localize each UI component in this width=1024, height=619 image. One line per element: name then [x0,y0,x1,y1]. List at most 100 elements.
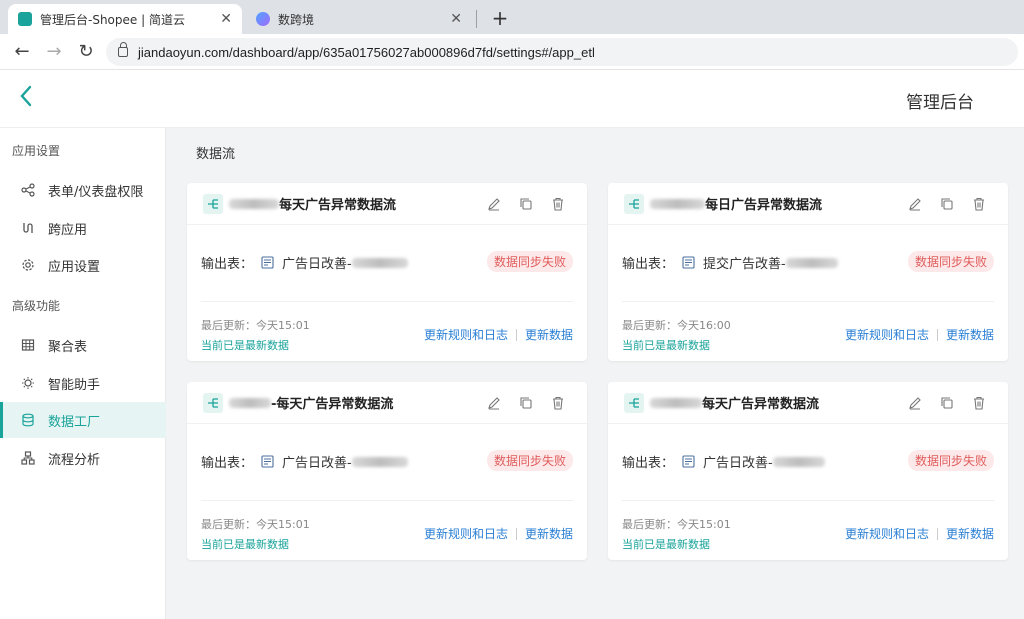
sidebar-item-app-settings[interactable]: 应用设置 [0,247,166,283]
sidebar-section-app: 应用设置 [12,144,61,158]
sync-status-text: 当前已是最新数据 [622,339,710,352]
form-icon [682,455,695,468]
dataflow-card[interactable]: -每天广告异常数据流 输出表： 广告日改善- 数据同步失败 最后更新：今天15:… [187,382,587,560]
divider [515,527,517,540]
card-header: 每日广告异常数据流 [608,183,1008,225]
last-updated: 最后更新：今天15:01 [201,518,310,531]
gear-icon [20,257,36,273]
form-icon [682,256,695,269]
sidebar-item-label: 流程分析 [48,452,101,468]
redacted-text [351,257,408,268]
sidebar-item-label: 应用设置 [48,259,101,275]
output-label: 输出表： [201,257,254,272]
output-row: 输出表： 广告日改善- 数据同步失败 [201,251,573,272]
sync-status-text: 当前已是最新数据 [201,538,289,551]
dataflow-icon [203,193,223,214]
lock-icon [118,42,128,57]
sidebar-item-label: 表单/仪表盘权限 [48,184,144,200]
edit-icon[interactable] [485,195,503,213]
dataflow-icon [203,392,223,413]
dataflow-card[interactable]: 每天广告异常数据流 输出表： 广告日改善- 数据同步失败 最后更新：今天15:0… [608,382,1008,560]
status-badge: 数据同步失败 [907,251,994,272]
sidebar-item-assistant[interactable]: 智能助手 [0,365,166,401]
redacted-text [650,198,705,209]
sidebar-item-process-analysis[interactable]: 流程分析 [0,440,166,476]
flow-icon [20,450,36,466]
copy-icon[interactable] [517,195,535,213]
divider [622,500,994,501]
update-rules-link[interactable]: 更新规则和日志 [424,326,508,343]
new-tab-icon[interactable]: + [488,6,512,30]
sidebar-item-label: 跨应用 [48,222,88,238]
back-chevron-icon[interactable] [18,84,34,114]
edit-icon[interactable] [906,195,924,213]
dataflow-card[interactable]: 每天广告异常数据流 输出表： 广告日改善- 数据同步失败 最后更新：今天15:0… [187,183,587,361]
page-title: 管理后台 [906,93,974,113]
share-icon [20,182,36,198]
copy-icon[interactable] [938,394,956,412]
update-data-link[interactable]: 更新数据 [946,525,994,542]
output-row: 输出表： 广告日改善- 数据同步失败 [622,450,994,471]
output-table-name[interactable]: 广告日改善- [703,452,773,471]
status-badge: 数据同步失败 [486,251,573,272]
sidebar-item-aggregate-table[interactable]: 聚合表 [0,327,166,363]
update-data-link[interactable]: 更新数据 [946,326,994,343]
status-badge: 数据同步失败 [486,450,573,471]
redacted-text [772,456,825,467]
delete-icon[interactable] [970,394,988,412]
bulb-icon [20,375,36,391]
edit-icon[interactable] [906,394,924,412]
form-icon [261,455,274,468]
output-table-name[interactable]: 提交广告改善- [703,253,786,272]
back-arrow-icon[interactable]: ← [10,40,34,64]
address-bar: ← → ↻ jiandaoyun.com/dashboard/app/635a0… [0,34,1024,70]
sidebar-item-permissions[interactable]: 表单/仪表盘权限 [0,172,166,208]
output-label: 输出表： [622,456,675,471]
table-icon [20,337,36,353]
reload-icon[interactable]: ↻ [74,40,98,64]
sidebar-item-label: 智能助手 [48,377,101,393]
form-icon [261,256,274,269]
sidebar-section-advanced: 高级功能 [12,299,61,313]
browser-tab-active[interactable]: 管理后台-Shopee | 简道云 ✕ [8,4,242,34]
url-input[interactable]: jiandaoyun.com/dashboard/app/635a0175602… [106,38,1018,66]
update-data-link[interactable]: 更新数据 [525,525,573,542]
close-tab-icon[interactable]: ✕ [450,11,462,27]
sidebar-item-label: 聚合表 [48,339,88,355]
delete-icon[interactable] [970,195,988,213]
browser-tab[interactable]: 数跨境 ✕ [246,4,472,34]
card-title: 每天广告异常数据流 [279,198,397,213]
close-tab-icon[interactable]: ✕ [220,11,232,27]
browser-tab-strip: 管理后台-Shopee | 简道云 ✕ 数跨境 ✕ + [0,0,1024,34]
update-data-link[interactable]: 更新数据 [525,326,573,343]
sidebar-item-cross-app[interactable]: 跨应用 [0,210,166,246]
delete-icon[interactable] [549,195,567,213]
output-table-name[interactable]: 广告日改善- [282,452,352,471]
redacted-text [229,198,279,209]
card-title: 每日广告异常数据流 [705,198,823,213]
sidebar-item-data-factory[interactable]: 数据工厂 [0,402,166,438]
sidebar: 应用设置 表单/仪表盘权限 跨应用 应用设置 高级功能 聚合表 智能助手 数据工… [0,128,166,619]
sync-status-text: 当前已是最新数据 [622,538,710,551]
forward-arrow-icon[interactable]: → [42,40,66,64]
card-header: -每天广告异常数据流 [187,382,587,424]
update-rules-link[interactable]: 更新规则和日志 [424,525,508,542]
redacted-text [229,397,271,408]
dataflow-card[interactable]: 每日广告异常数据流 输出表： 提交广告改善- 数据同步失败 最后更新：今天16:… [608,183,1008,361]
output-table-name[interactable]: 广告日改善- [282,253,352,272]
last-updated: 最后更新：今天15:01 [622,518,731,531]
divider [622,301,994,302]
update-rules-link[interactable]: 更新规则和日志 [845,525,929,542]
copy-icon[interactable] [938,195,956,213]
sync-status-text: 当前已是最新数据 [201,339,289,352]
tab-title: 数跨境 [278,12,315,27]
update-rules-link[interactable]: 更新规则和日志 [845,326,929,343]
section-title: 数据流 [196,147,236,162]
copy-icon[interactable] [517,394,535,412]
divider [201,301,573,302]
last-updated: 最后更新：今天15:01 [201,319,310,332]
edit-icon[interactable] [485,394,503,412]
output-label: 输出表： [622,257,675,272]
card-title: -每天广告异常数据流 [271,397,394,412]
delete-icon[interactable] [549,394,567,412]
